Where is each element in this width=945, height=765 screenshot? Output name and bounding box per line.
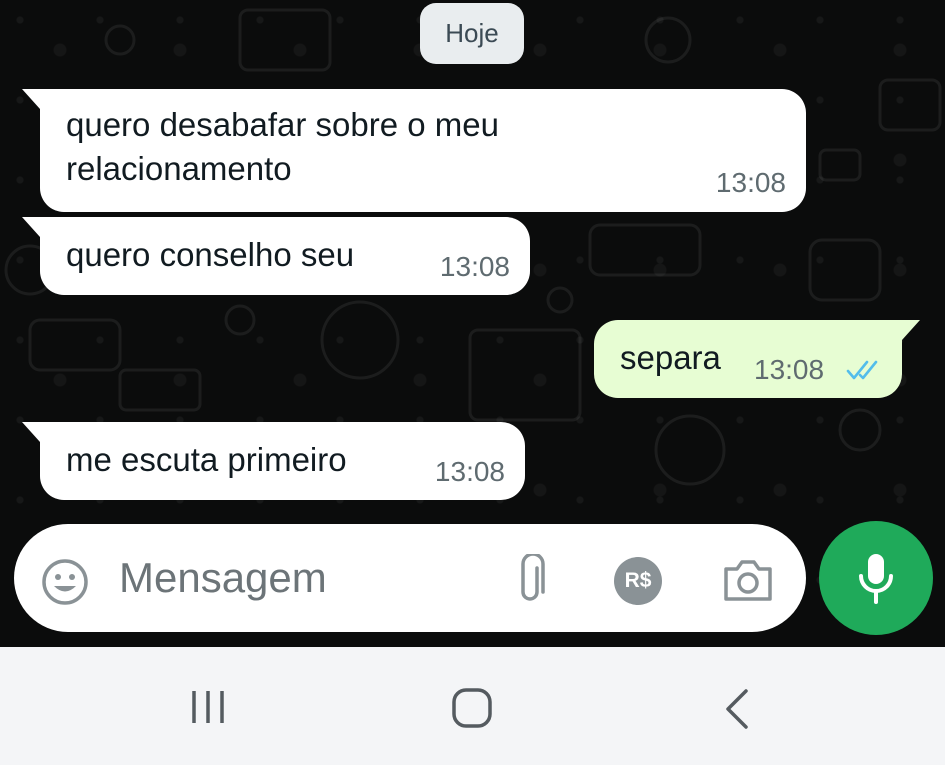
message-input[interactable]: Mensagem	[119, 554, 327, 602]
message-incoming-2[interactable]: quero conselho seu 13:08	[22, 217, 530, 295]
message-text: me escuta primeiro	[66, 441, 347, 478]
message-incoming-1[interactable]: quero desabafar sobre o meu relacionamen…	[22, 89, 806, 212]
date-divider: Hoje	[420, 3, 524, 64]
message-text: separa	[620, 339, 721, 376]
payment-icon[interactable]: R$	[614, 557, 662, 605]
date-label: Hoje	[445, 18, 499, 48]
recent-apps-icon[interactable]	[188, 687, 228, 727]
payment-label: R$	[624, 569, 652, 592]
attach-icon[interactable]	[512, 554, 548, 606]
mic-button[interactable]	[819, 521, 933, 635]
mic-icon	[859, 554, 893, 604]
double-check-read-icon	[846, 360, 878, 380]
chat-background: Hoje quero desabafar sobre o meu relacio…	[0, 0, 945, 647]
message-time: 13:08	[439, 251, 510, 282]
message-composer[interactable]: Mensagem R$	[14, 524, 806, 632]
emoji-icon[interactable]	[40, 557, 90, 607]
message-time: 13:08	[434, 456, 505, 487]
message-text-line-2: relacionamento	[66, 150, 292, 187]
camera-icon[interactable]	[722, 557, 774, 603]
message-text: quero conselho seu	[66, 236, 355, 273]
message-time: 13:08	[754, 354, 825, 385]
message-outgoing-1[interactable]: separa 13:08	[594, 320, 920, 398]
message-time: 13:08	[715, 167, 786, 198]
back-icon[interactable]	[722, 687, 752, 731]
system-navigation-bar	[0, 647, 945, 765]
message-text-line-1: quero desabafar sobre o meu	[66, 106, 499, 143]
home-icon[interactable]	[450, 687, 494, 729]
message-incoming-3[interactable]: me escuta primeiro 13:08	[22, 422, 525, 500]
